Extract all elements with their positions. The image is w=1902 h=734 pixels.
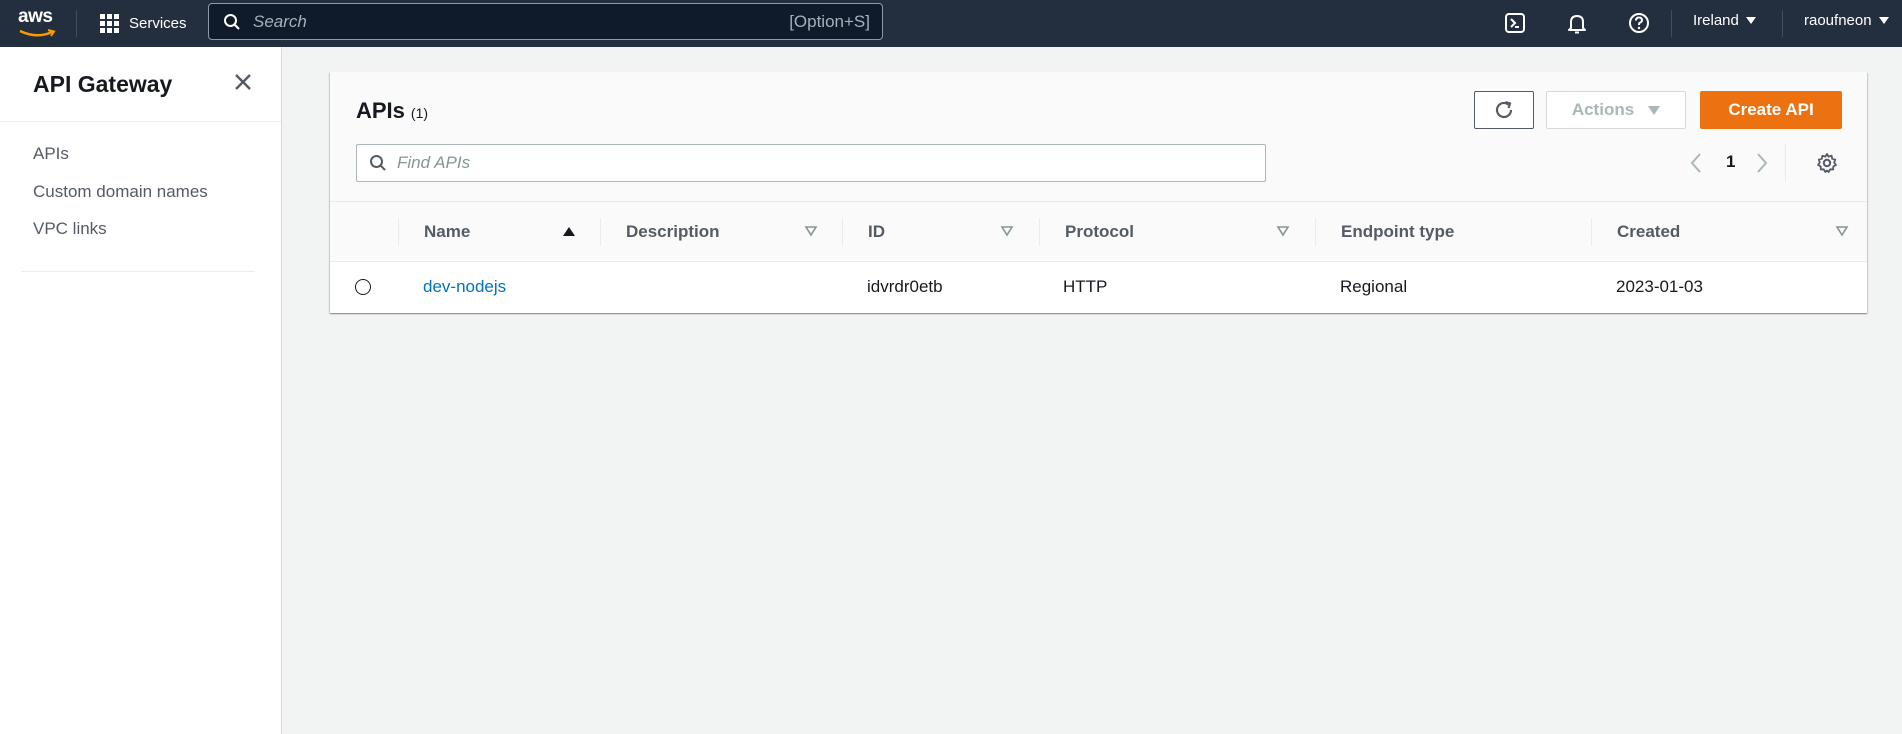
- column-header-endpoint-type[interactable]: Endpoint type: [1341, 202, 1454, 262]
- column-separator: [842, 218, 843, 246]
- apis-count: (1): [410, 105, 429, 121]
- side-navigation: API Gateway APIs Custom domain names VPC…: [0, 47, 282, 734]
- global-search-box[interactable]: [Option+S]: [208, 3, 883, 40]
- region-selector[interactable]: Ireland: [1693, 12, 1756, 29]
- sidebar-divider: [0, 121, 281, 122]
- column-header-description[interactable]: Description: [626, 202, 720, 262]
- apis-table-header: APIs (1) Actions Create API 1: [330, 72, 1867, 202]
- find-apis-input[interactable]: [397, 153, 1197, 173]
- sidebar-item-custom-domain-names[interactable]: Custom domain names: [33, 182, 208, 202]
- nav-divider: [1671, 10, 1672, 37]
- api-id: idvrdr0etb: [867, 277, 943, 296]
- search-icon: [370, 155, 386, 171]
- apis-table-container: APIs (1) Actions Create API 1: [330, 72, 1867, 313]
- column-header-id[interactable]: ID: [868, 202, 885, 262]
- chevron-down-icon: [1878, 17, 1889, 24]
- nav-divider: [1782, 10, 1783, 37]
- current-page-number[interactable]: 1: [1726, 152, 1735, 172]
- cloudshell-icon[interactable]: [1502, 10, 1528, 36]
- create-api-label: Create API: [1728, 100, 1814, 119]
- refresh-icon: [1495, 100, 1513, 119]
- sort-icon[interactable]: [1276, 224, 1290, 238]
- sort-icon[interactable]: [1835, 224, 1849, 238]
- previous-page-icon[interactable]: [1689, 152, 1703, 174]
- create-api-button[interactable]: Create API: [1700, 91, 1842, 129]
- sidebar-item-apis[interactable]: APIs: [33, 144, 69, 164]
- api-endpoint-type: Regional: [1340, 277, 1408, 296]
- top-navigation-bar: aws Services [Option+S]: [0, 0, 1902, 47]
- account-menu[interactable]: raoufneon: [1804, 12, 1889, 29]
- table-row[interactable]: dev-nodejs idvrdr0etb HTTP Regional 2023…: [330, 262, 1867, 312]
- close-sidebar-icon[interactable]: [232, 71, 254, 93]
- api-name-link[interactable]: dev-nodejs: [423, 262, 506, 312]
- aws-smile-icon: [19, 29, 56, 37]
- column-header-protocol[interactable]: Protocol: [1065, 202, 1134, 262]
- column-separator: [1039, 218, 1040, 246]
- sort-icon[interactable]: [1000, 224, 1014, 238]
- actions-label: Actions: [1571, 100, 1635, 119]
- row-select-radio[interactable]: [355, 279, 371, 295]
- services-label: Services: [129, 15, 187, 32]
- column-separator: [398, 218, 399, 246]
- grid-icon: [100, 14, 119, 33]
- search-icon: [224, 13, 240, 30]
- sidebar-item-vpc-links[interactable]: VPC links: [33, 219, 107, 239]
- pager-divider: [1785, 144, 1786, 182]
- sidebar-title: API Gateway: [33, 71, 173, 97]
- sidebar-divider: [21, 271, 255, 272]
- refresh-button[interactable]: [1474, 91, 1534, 129]
- find-apis-filter[interactable]: [356, 144, 1266, 182]
- sort-ascending-icon[interactable]: [562, 224, 576, 238]
- column-separator: [1315, 218, 1316, 246]
- region-label: Ireland: [1693, 12, 1739, 29]
- nav-divider: [76, 10, 77, 37]
- column-header-name[interactable]: Name: [424, 202, 470, 262]
- aws-logo-text: aws: [18, 6, 53, 27]
- aws-logo[interactable]: aws: [18, 6, 60, 38]
- settings-gear-icon[interactable]: [1816, 152, 1838, 174]
- page-title: APIs (1): [356, 98, 428, 124]
- actions-dropdown-button[interactable]: Actions: [1546, 91, 1686, 129]
- caret-down-icon: [1648, 105, 1661, 115]
- help-icon[interactable]: [1626, 10, 1652, 36]
- apis-title: APIs: [356, 98, 405, 123]
- api-created-date: 2023-01-03: [1616, 277, 1703, 296]
- table-header-row: Name Description ID Protocol Endpoint ty…: [330, 202, 1867, 262]
- next-page-icon[interactable]: [1755, 152, 1769, 174]
- column-separator: [600, 218, 601, 246]
- notifications-bell-icon[interactable]: [1564, 10, 1590, 36]
- column-separator: [1591, 218, 1592, 246]
- account-label: raoufneon: [1804, 12, 1872, 29]
- global-search-input[interactable]: [253, 11, 753, 32]
- services-menu-button[interactable]: Services: [100, 10, 187, 37]
- column-header-created[interactable]: Created: [1617, 202, 1680, 262]
- search-shortcut-hint: [Option+S]: [789, 11, 870, 31]
- chevron-down-icon: [1745, 17, 1756, 24]
- sort-icon[interactable]: [804, 224, 818, 238]
- api-protocol: HTTP: [1063, 277, 1108, 296]
